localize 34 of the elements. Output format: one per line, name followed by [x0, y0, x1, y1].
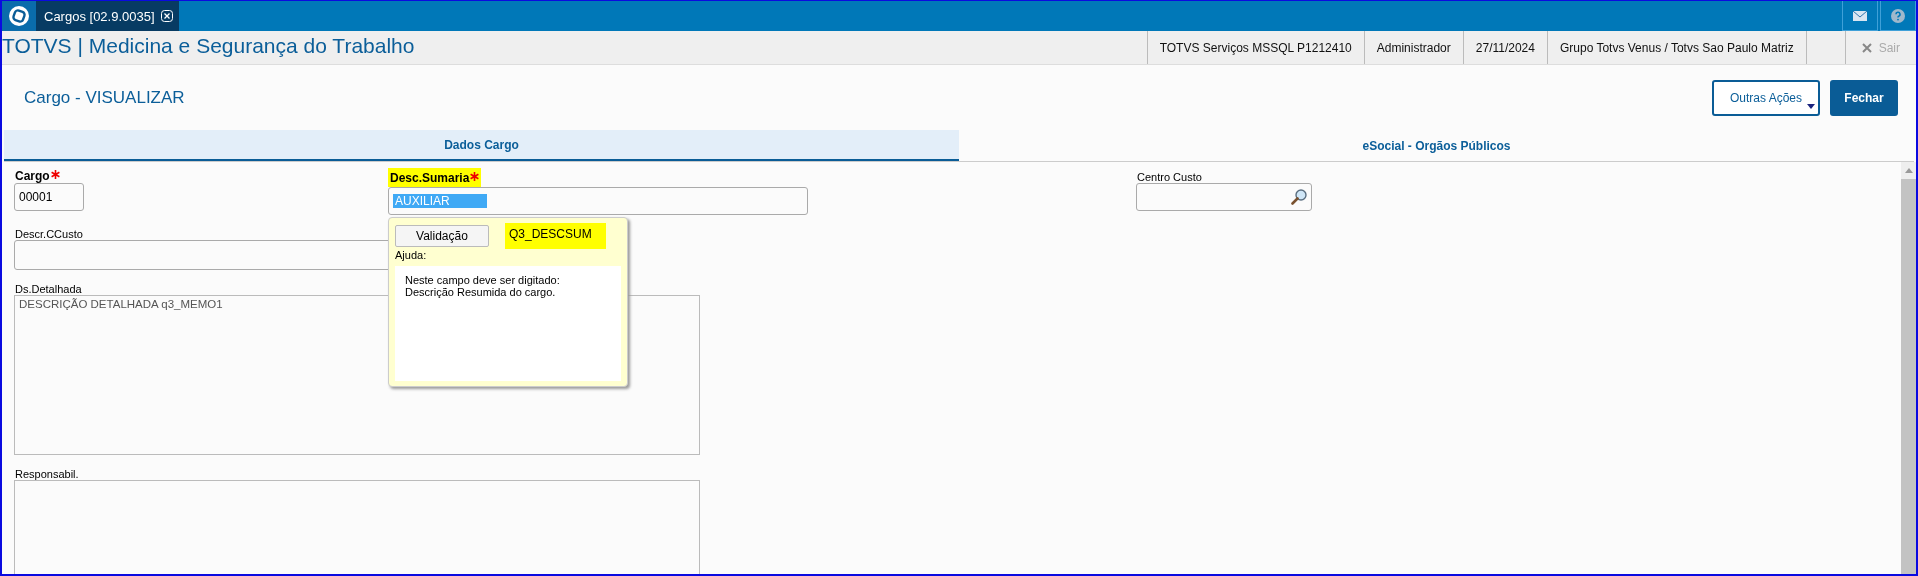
form-tab[interactable]: Dados Cargo [4, 130, 959, 161]
field-label: Desc.Sumaria [388, 168, 482, 187]
help-text: Neste campo deve ser digitado: [405, 274, 561, 286]
field-label: Descr.CCusto [14, 227, 84, 240]
selected-text: AUXILIAR [393, 194, 487, 208]
search-icon[interactable] [1291, 189, 1307, 205]
field-label: Cargo [14, 168, 61, 183]
scroll-up-icon[interactable] [1901, 162, 1916, 179]
actions-menu-button[interactable]: Outras Ações [1712, 79, 1820, 116]
info-cell: Grupo Totvs Venus / Totvs Sao Paulo Matriz [1546, 31, 1807, 64]
help-label: Ajuda: [395, 249, 428, 261]
field-label: Responsabil. [14, 467, 80, 480]
field-label: Ds.Detalhada [14, 282, 83, 295]
required-icon [50, 170, 60, 179]
validation-button[interactable]: Validação [395, 225, 489, 247]
input-field[interactable]: 00001 [14, 183, 84, 211]
help-text: Descrição Resumida do cargo. [405, 286, 557, 298]
form-tab[interactable]: eSocial - Orgãos Públicos [959, 130, 1914, 161]
close-button[interactable]: Fechar [1830, 79, 1898, 116]
info-cell: TOTVS Serviços MSSQL P1212410 [1146, 31, 1364, 64]
close-icon [1861, 42, 1872, 53]
info-cell: 27/11/2024 [1462, 31, 1547, 64]
field-id: Q3_DESCSUM [505, 223, 606, 249]
field-label: Centro Custo [1136, 170, 1203, 183]
input-field[interactable] [1136, 183, 1312, 211]
info-cell: Administrador [1363, 31, 1463, 64]
page-title: Cargo - VISUALIZAR [24, 87, 185, 108]
app-logo-icon[interactable] [2, 1, 36, 31]
required-icon [470, 172, 480, 181]
caret-icon [1807, 103, 1815, 109]
app-tab[interactable]: Cargos [02.9.0035] [36, 1, 179, 31]
close-icon[interactable] [160, 10, 173, 22]
app-title: TOTVS | Medicina e Segurança do Trabalho [2, 33, 415, 59]
scrollbar[interactable] [1901, 162, 1916, 574]
